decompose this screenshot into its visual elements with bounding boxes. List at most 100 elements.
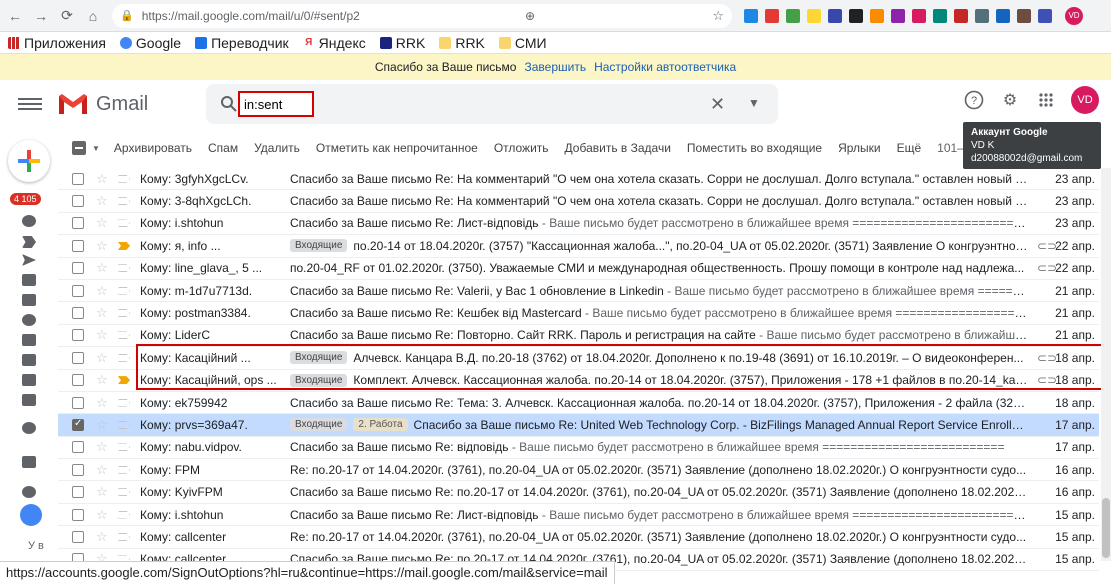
- more-button[interactable]: Ещё: [897, 141, 922, 155]
- extension-icon[interactable]: [975, 8, 989, 23]
- email-row[interactable]: ☆ Кому: i.shtohun Спасибо за Ваше письмо R…: [58, 504, 1099, 527]
- scrollbar-thumb[interactable]: [1102, 498, 1110, 558]
- spam-button[interactable]: Спам: [208, 141, 238, 155]
- clear-search-icon[interactable]: ✕: [710, 94, 725, 115]
- star-icon[interactable]: ☆: [96, 417, 110, 433]
- attachment-icon[interactable]: ⊂⊃: [1037, 373, 1057, 387]
- row-checkbox[interactable]: [72, 262, 84, 275]
- row-checkbox[interactable]: [72, 418, 84, 431]
- end-vacation-link[interactable]: Завершить: [524, 60, 586, 74]
- search-input[interactable]: [238, 91, 314, 117]
- row-checkbox[interactable]: [72, 329, 84, 342]
- forward-icon[interactable]: →: [30, 5, 52, 27]
- select-dropdown-icon[interactable]: ▼: [92, 144, 100, 153]
- importance-marker-icon[interactable]: [118, 443, 130, 452]
- importance-marker-icon[interactable]: [118, 241, 130, 250]
- email-row[interactable]: ☆ Кому: 3gfyhXgcLCv. Спасибо за Ваше письм…: [58, 168, 1099, 191]
- extension-icon[interactable]: [849, 8, 863, 23]
- email-row[interactable]: ☆ Кому: nabu.vidpov. Спасибо за Ваше письм…: [58, 437, 1099, 460]
- importance-marker-icon[interactable]: [118, 532, 130, 541]
- home-icon[interactable]: ⌂: [82, 5, 104, 27]
- important-icon[interactable]: [22, 236, 36, 248]
- extension-icon[interactable]: [891, 8, 905, 23]
- spam-icon[interactable]: [22, 314, 36, 326]
- importance-marker-icon[interactable]: [118, 174, 130, 183]
- back-icon[interactable]: ←: [4, 5, 26, 27]
- add-to-tasks-button[interactable]: Добавить в Задачи: [565, 141, 671, 155]
- row-checkbox[interactable]: [72, 239, 84, 252]
- email-row[interactable]: ☆ Кому: Касаційний, ops ... Входящие Компле…: [58, 370, 1099, 392]
- star-icon[interactable]: ☆: [96, 193, 110, 209]
- email-row[interactable]: ☆ Кому: i.shtohun Спасибо за Ваше письмо R…: [58, 213, 1099, 236]
- star-icon[interactable]: ☆: [96, 327, 110, 343]
- star-icon[interactable]: ☆: [96, 439, 110, 455]
- star-icon[interactable]: ☆: [96, 350, 110, 366]
- apps-grid-icon[interactable]: [1035, 89, 1057, 111]
- search-options-icon[interactable]: ▼: [748, 96, 760, 110]
- star-icon[interactable]: ☆: [96, 462, 110, 478]
- importance-marker-icon[interactable]: [118, 331, 130, 340]
- bookmark-rrk-site[interactable]: RRK: [379, 35, 425, 51]
- bookmark-apps[interactable]: Приложения: [8, 35, 106, 51]
- importance-marker-icon[interactable]: [118, 465, 130, 474]
- email-row[interactable]: ☆ Кому: KyivFPM Спасибо за Ваше письмо Re:…: [58, 481, 1099, 504]
- label-chip[interactable]: 2. Работа: [353, 418, 408, 432]
- row-checkbox[interactable]: [72, 463, 84, 476]
- extension-icon[interactable]: [870, 8, 884, 23]
- hangouts-icon[interactable]: [22, 422, 36, 434]
- label-chip[interactable]: Входящие: [290, 373, 348, 387]
- importance-marker-icon[interactable]: [118, 420, 130, 429]
- attachment-icon[interactable]: ⊂⊃: [1037, 261, 1057, 275]
- importance-marker-icon[interactable]: [118, 309, 130, 318]
- row-checkbox[interactable]: [72, 351, 84, 364]
- importance-marker-icon[interactable]: [118, 488, 130, 497]
- user-avatar[interactable]: [20, 504, 42, 526]
- row-checkbox[interactable]: [72, 195, 84, 208]
- email-row[interactable]: ☆ Кому: m-1d7u7713d. Спасибо за Ваше письм…: [58, 280, 1099, 303]
- attachment-icon[interactable]: ⊂⊃: [1037, 239, 1057, 253]
- label-icon[interactable]: [22, 394, 36, 406]
- main-menu-icon[interactable]: [18, 98, 42, 110]
- label-chip[interactable]: Входящие: [290, 239, 348, 253]
- star-icon[interactable]: ☆: [96, 260, 110, 276]
- select-all-checkbox[interactable]: [72, 141, 86, 155]
- email-row[interactable]: ☆ Кому: callcenter Re: по.20-17 от 14.04.2…: [58, 526, 1099, 549]
- star-icon[interactable]: ☆: [96, 305, 110, 321]
- importance-marker-icon[interactable]: [118, 510, 130, 519]
- extension-icon[interactable]: [954, 8, 968, 23]
- star-icon[interactable]: ☆: [96, 507, 110, 523]
- keyboard-icon[interactable]: [22, 456, 36, 468]
- label-chip[interactable]: Входящие: [290, 351, 348, 365]
- star-icon[interactable]: ☆: [96, 238, 110, 254]
- address-bar[interactable]: 🔒 https://mail.google.com/mail/u/0/#sent…: [112, 3, 732, 28]
- importance-marker-icon[interactable]: [118, 376, 130, 385]
- scrollbar[interactable]: [1101, 168, 1111, 561]
- extension-icon[interactable]: [765, 8, 779, 23]
- trash-icon[interactable]: [22, 334, 36, 346]
- drafts-icon[interactable]: [22, 274, 36, 286]
- importance-marker-icon[interactable]: [118, 353, 130, 362]
- account-avatar[interactable]: VD: [1071, 86, 1099, 114]
- compose-button[interactable]: [8, 140, 50, 182]
- all-mail-icon[interactable]: [22, 294, 36, 306]
- star-icon[interactable]: ☆: [96, 372, 110, 388]
- bookmark-google[interactable]: Google: [119, 35, 181, 51]
- search-icon[interactable]: [220, 95, 238, 113]
- extension-icon[interactable]: [1017, 8, 1031, 23]
- bookmark-rrk-folder[interactable]: RRK: [439, 35, 485, 51]
- extension-icon[interactable]: [933, 8, 947, 23]
- attachment-icon[interactable]: ⊂⊃: [1037, 351, 1057, 365]
- mark-unread-button[interactable]: Отметить как непрочитанное: [316, 141, 478, 155]
- star-icon[interactable]: ☆: [96, 171, 110, 187]
- star-icon[interactable]: ☆: [96, 395, 110, 411]
- reload-icon[interactable]: ⟳: [56, 5, 78, 27]
- extension-icon[interactable]: [1038, 8, 1052, 23]
- zoom-icon[interactable]: ⊕: [525, 9, 535, 23]
- importance-marker-icon[interactable]: [118, 219, 130, 228]
- label-icon[interactable]: [22, 354, 36, 366]
- labels-button[interactable]: Ярлыки: [838, 141, 881, 155]
- row-checkbox[interactable]: [72, 307, 84, 320]
- importance-marker-icon[interactable]: [118, 197, 130, 206]
- extension-icon[interactable]: [744, 8, 758, 23]
- row-checkbox[interactable]: [72, 284, 84, 297]
